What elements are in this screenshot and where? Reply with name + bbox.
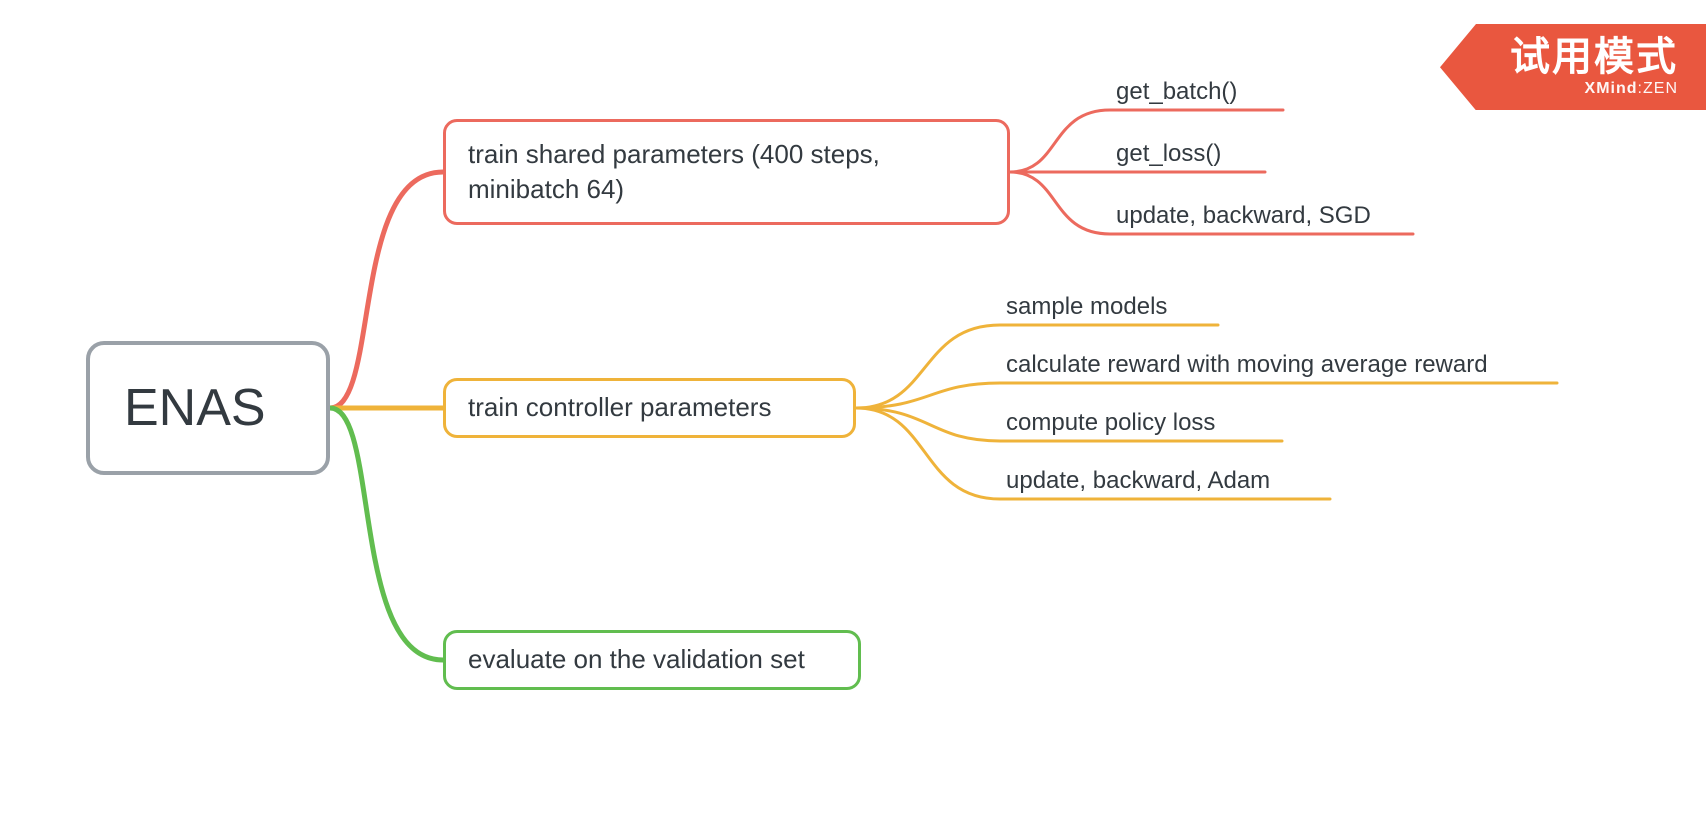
leaf-update-sgd[interactable]: update, backward, SGD [1116, 202, 1371, 230]
mindmap-canvas: ENAS train shared parameters (400 steps,… [0, 0, 1706, 816]
branch-train-shared[interactable]: train shared parameters (400 steps, mini… [443, 119, 1010, 225]
branch-label: train controller parameters [468, 390, 771, 425]
watermark-brand: XMind:ZEN [1510, 80, 1678, 98]
leaf-get-batch[interactable]: get_batch() [1116, 78, 1237, 106]
watermark-title: 试用模式 [1510, 34, 1678, 80]
branch-label: train shared parameters (400 steps, mini… [468, 137, 985, 207]
leaf-calc-reward[interactable]: calculate reward with moving average rew… [1006, 351, 1488, 379]
leaf-policy-loss[interactable]: compute policy loss [1006, 409, 1215, 437]
leaf-sample-models[interactable]: sample models [1006, 293, 1167, 321]
branch-evaluate[interactable]: evaluate on the validation set [443, 630, 861, 690]
trial-mode-watermark: 试用模式 XMind:ZEN [1440, 24, 1706, 110]
leaf-update-adam[interactable]: update, backward, Adam [1006, 467, 1270, 495]
root-node[interactable]: ENAS [86, 341, 330, 475]
leaf-get-loss[interactable]: get_loss() [1116, 140, 1221, 168]
branch-train-controller[interactable]: train controller parameters [443, 378, 856, 438]
branch-label: evaluate on the validation set [468, 642, 805, 677]
root-label: ENAS [124, 373, 266, 443]
